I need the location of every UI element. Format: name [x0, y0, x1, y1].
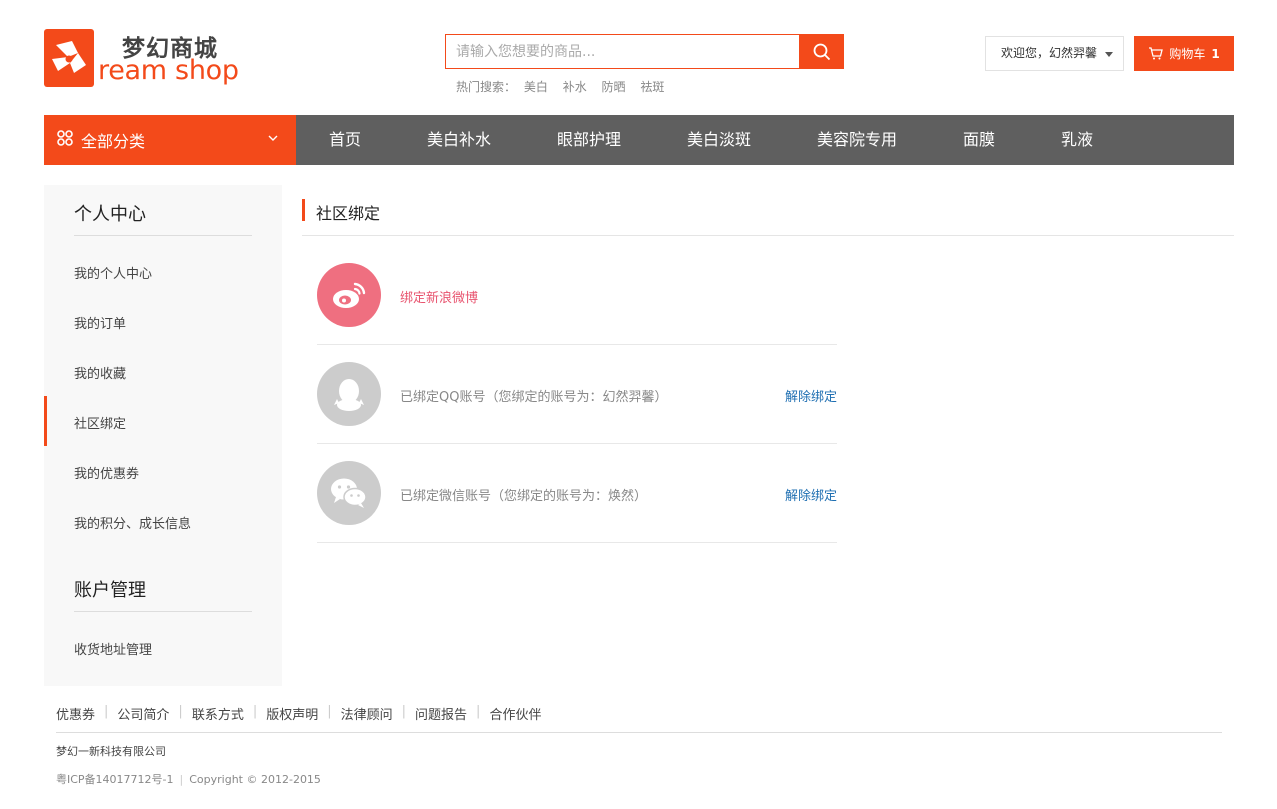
sidebar-item-points[interactable]: 我的积分、成长信息 [74, 513, 191, 532]
hot-term[interactable]: 防晒 [602, 80, 626, 94]
binding-row-wechat: 已绑定微信账号（您绑定的账号为：焕然） 解除绑定 [317, 444, 837, 543]
hot-term[interactable]: 美白 [524, 80, 548, 94]
wechat-icon [317, 461, 381, 525]
chevron-down-icon [268, 135, 278, 141]
sidebar-divider [74, 235, 252, 236]
nav-item-whitening-spots[interactable]: 美白淡斑 [687, 115, 751, 165]
footer-link[interactable]: 版权声明 [266, 704, 318, 723]
cart-label: 购物车 [1169, 47, 1206, 61]
all-categories-label: 全部分类 [81, 132, 146, 151]
bind-weibo-link[interactable]: 绑定新浪微博 [400, 287, 478, 306]
hot-term[interactable]: 补水 [563, 80, 587, 94]
category-grid-icon [57, 130, 73, 150]
sidebar-item-community-binding[interactable]: 社区绑定 [74, 413, 126, 432]
footer-link[interactable]: 优惠券 [56, 704, 95, 723]
all-categories-menu[interactable]: 全部分类 [44, 115, 296, 165]
sidebar-active-indicator [44, 396, 47, 446]
unbind-qq-link[interactable]: 解除绑定 [785, 386, 837, 405]
search-bar [445, 34, 844, 69]
cart-icon [1149, 47, 1164, 60]
footer-divider [56, 732, 1222, 733]
hot-term[interactable]: 祛斑 [640, 80, 664, 94]
footer-legal: 粤ICP备14017712号-1 | Copyright © 2012-2015 [56, 771, 321, 787]
sidebar-item-orders[interactable]: 我的订单 [74, 313, 126, 332]
sidebar-item-favorites[interactable]: 我的收藏 [74, 363, 126, 382]
section-title-accent [302, 199, 305, 221]
site-logo[interactable]: 梦幻商城 ream shop [44, 29, 239, 89]
wechat-binding-status: 已绑定微信账号（您绑定的账号为：焕然） [400, 489, 648, 504]
footer-links: 优惠券 | 公司简介 | 联系方式 | 版权声明 | 法律顾问 | 问题报告 | 合作伙伴 [56, 704, 541, 723]
nav-item-home[interactable]: 首页 [329, 115, 361, 165]
title-divider [302, 235, 1234, 236]
cart-count: 1 [1211, 46, 1220, 61]
search-input[interactable] [445, 34, 800, 69]
hot-search: 热门搜索： 美白 补水 防晒 祛斑 [456, 78, 675, 95]
account-sidebar: 个人中心 我的个人中心 我的订单 我的收藏 社区绑定 我的优惠券 我的积分、成长… [44, 185, 282, 686]
cart-button[interactable]: 购物车 1 [1134, 36, 1234, 71]
sidebar-item-personal-center[interactable]: 我的个人中心 [74, 263, 152, 282]
nav-item-mask[interactable]: 面膜 [963, 115, 995, 165]
unbind-wechat-link[interactable]: 解除绑定 [785, 485, 837, 504]
hot-search-label: 热门搜索： [456, 80, 517, 94]
sidebar-item-addresses[interactable]: 收货地址管理 [74, 639, 152, 658]
user-dropdown[interactable]: 欢迎您，幻然羿馨 [985, 36, 1124, 71]
nav-item-salon[interactable]: 美容院专用 [817, 115, 897, 165]
logo-title-en: ream shop [98, 55, 239, 86]
footer-separator: | [401, 704, 407, 719]
footer-link[interactable]: 联系方式 [192, 704, 244, 723]
footer-separator: | [178, 704, 183, 719]
main-nav: 全部分类 首页 美白补水 眼部护理 美白淡斑 美容院专用 面膜 乳液 [44, 115, 1234, 165]
binding-row-qq: 已绑定QQ账号（您绑定的账号为：幻然羿馨） 解除绑定 [317, 345, 837, 444]
nav-item-lotion[interactable]: 乳液 [1061, 115, 1093, 165]
weibo-icon [317, 263, 381, 327]
caret-down-icon [1105, 52, 1113, 57]
company-name: 梦幻一新科技有限公司 [56, 745, 166, 758]
search-icon [813, 43, 830, 60]
footer-link[interactable]: 公司简介 [117, 704, 169, 723]
sidebar-divider [74, 611, 252, 612]
icp-number: 粤ICP备14017712号-1 [56, 773, 174, 786]
nav-item-whitening-hydrating[interactable]: 美白补水 [427, 115, 491, 165]
footer-link[interactable]: 问题报告 [415, 704, 467, 723]
sidebar-section-title: 账户管理 [74, 580, 146, 601]
footer-link[interactable]: 合作伙伴 [489, 704, 541, 723]
page-title: 社区绑定 [316, 204, 381, 223]
welcome-text: 欢迎您，幻然羿馨 [1001, 46, 1098, 60]
qq-icon [317, 362, 381, 426]
footer-separator: | [179, 773, 184, 786]
search-button[interactable] [799, 34, 844, 69]
binding-row-weibo: 绑定新浪微博 [317, 246, 837, 345]
footer-separator: | [476, 704, 481, 719]
sidebar-section-title: 个人中心 [74, 204, 146, 225]
copyright: Copyright © 2012-2015 [189, 773, 321, 786]
sidebar-item-coupons[interactable]: 我的优惠券 [74, 463, 139, 482]
footer-separator: | [104, 704, 109, 719]
qq-binding-status: 已绑定QQ账号（您绑定的账号为：幻然羿馨） [400, 390, 668, 405]
footer-separator: | [327, 704, 332, 719]
footer-link[interactable]: 法律顾问 [341, 704, 393, 723]
logo-mark-icon [44, 29, 94, 87]
footer-separator: | [252, 704, 258, 719]
nav-item-eye-care[interactable]: 眼部护理 [557, 115, 621, 165]
